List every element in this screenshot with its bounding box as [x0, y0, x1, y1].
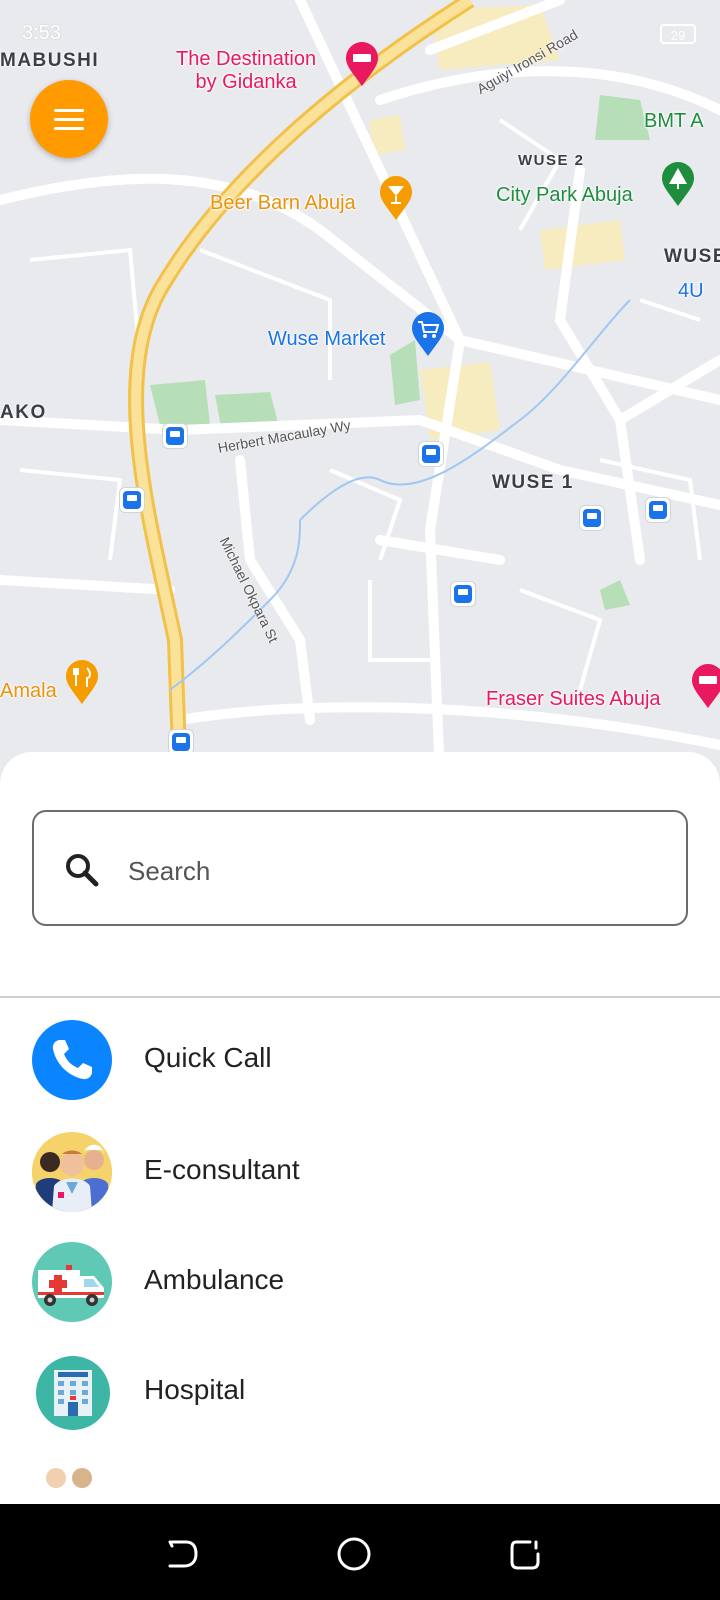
bus-stop-icon[interactable] [580, 506, 604, 530]
poi-label-amala[interactable]: Amala [0, 680, 57, 703]
bus-stop-icon[interactable] [451, 582, 475, 606]
area-label-wuse: WUSE [664, 246, 720, 267]
service-label: E-consultant [144, 1154, 300, 1185]
bus-stop-icon[interactable] [163, 424, 187, 448]
recents-icon[interactable] [506, 1534, 546, 1574]
hospital-icon [36, 1356, 110, 1430]
service-label: Hospital [144, 1374, 246, 1405]
service-label: Quick Call [144, 1042, 272, 1073]
search-input[interactable] [126, 842, 650, 900]
park-pin-icon[interactable] [660, 162, 696, 208]
map-view[interactable]: The Destination by Gidanka Beer Barn Abu… [0, 0, 720, 780]
bus-stop-icon[interactable] [169, 730, 193, 754]
phone-icon [32, 1020, 112, 1100]
bottom-sheet: Quick Call E-consultant [0, 752, 720, 1504]
bus-stop-icon[interactable] [646, 498, 670, 522]
hotel-pin-icon[interactable] [690, 664, 720, 710]
restaurant-pin-icon[interactable] [64, 660, 100, 706]
area-label-wuse-2: WUSE 2 [518, 152, 585, 169]
menu-button[interactable] [30, 80, 108, 158]
bus-stop-icon[interactable] [120, 488, 144, 512]
poi-label-4u[interactable]: 4U [678, 280, 704, 303]
doctors-icon [32, 1132, 112, 1212]
bar-pin-icon[interactable] [378, 176, 414, 222]
poi-label-fraser-suites[interactable]: Fraser Suites Abuja [486, 688, 661, 711]
navigation-bar [0, 1504, 720, 1600]
ambulance-icon [32, 1242, 112, 1322]
battery-icon: 29 [660, 24, 696, 44]
service-item-ambulance[interactable]: Ambulance [0, 1228, 720, 1332]
area-label-ako: AKO [0, 402, 47, 423]
shopping-pin-icon[interactable] [410, 312, 446, 358]
area-label-wuse-1: WUSE 1 [492, 472, 574, 493]
status-bar: 3:53 29 [0, 18, 720, 50]
search-icon [66, 854, 99, 887]
status-time: 3:53 [22, 22, 61, 44]
back-icon[interactable] [162, 1534, 202, 1574]
service-label: Ambulance [144, 1264, 285, 1295]
service-item-quick-call[interactable]: Quick Call [0, 1006, 720, 1110]
search-bar[interactable] [32, 810, 688, 926]
next-item-peek [46, 1464, 96, 1504]
poi-label-wuse-market[interactable]: Wuse Market [268, 328, 385, 351]
poi-label-beer-barn[interactable]: Beer Barn Abuja [210, 192, 356, 215]
hamburger-menu-icon [54, 109, 84, 112]
area-label-mabushi: MABUSHI [0, 50, 100, 71]
poi-label-bmt[interactable]: BMT A [644, 110, 704, 133]
map-base [0, 0, 720, 780]
bus-stop-icon[interactable] [419, 442, 443, 466]
divider [0, 996, 720, 998]
service-item-hospital[interactable]: Hospital [0, 1338, 720, 1442]
hamburger-menu-icon [54, 127, 84, 130]
service-item-e-consultant[interactable]: E-consultant [0, 1118, 720, 1222]
poi-label-city-park[interactable]: City Park Abuja [496, 184, 633, 207]
poi-label-destination[interactable]: The Destination by Gidanka [176, 48, 316, 94]
hamburger-menu-icon [54, 118, 84, 121]
home-icon[interactable] [334, 1534, 374, 1574]
